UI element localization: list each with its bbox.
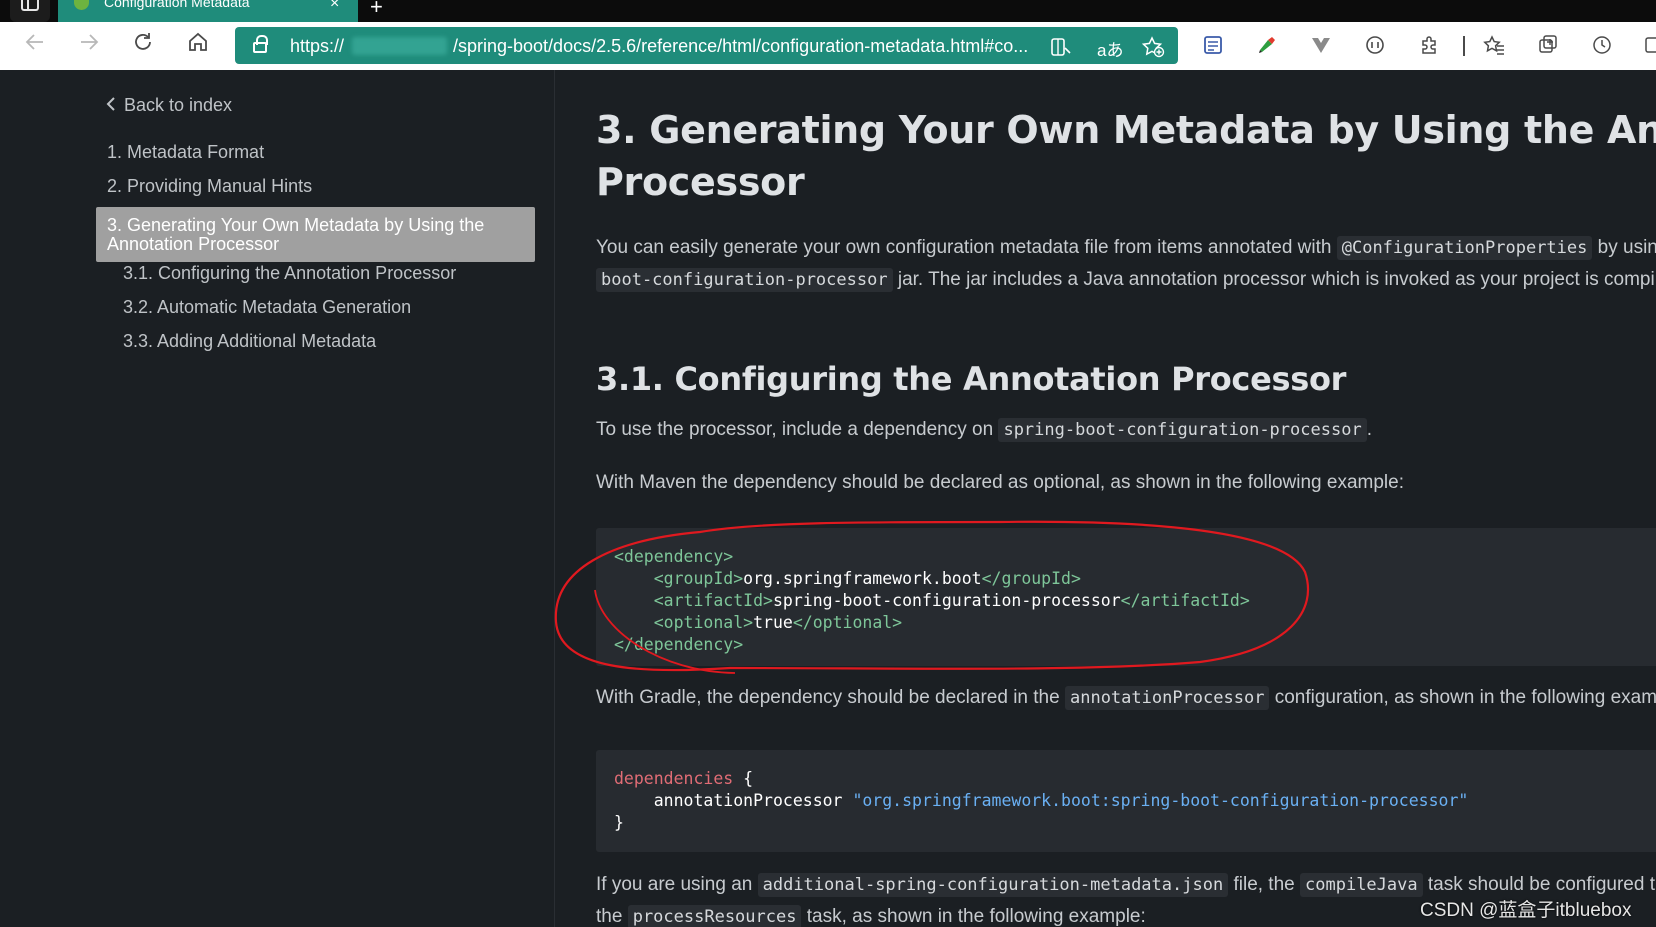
intro-text-a: You can easily generate your own configu… [596,237,1337,258]
dependency-text-a: To use the processor, include a dependen… [596,419,999,440]
intro-paragraph: You can easily generate your own configu… [596,232,1656,264]
tab-title: Configuration Metadata [104,0,250,10]
toc-active-label: 3. Generating Your Own Metadata by Using… [107,215,485,254]
favorites-icon[interactable] [1483,34,1505,61]
gradle-brace-close: } [614,813,624,832]
csdn-watermark: CSDN @蓝盒子itbluebox [1420,900,1632,921]
active-tab[interactable]: Configuration Metadata × [58,0,358,22]
back-to-index-link[interactable]: Back to index [106,95,232,116]
extension-reader-icon[interactable] [1202,34,1224,61]
additional-metadata-paragraph-line2: the processResources task, as shown in t… [596,901,1146,927]
additional-text-d: the [596,906,628,927]
toc-item-additional-metadata[interactable]: 3.3. Adding Additional Metadata [123,331,376,352]
toolbar-divider [1463,36,1465,56]
toc-item-configuring-processor[interactable]: 3.1. Configuring the Annotation Processo… [123,263,456,284]
history-icon[interactable] [1591,34,1613,61]
inline-code-processor-jar: boot-configuration-processor [596,268,893,292]
dependency-text-b: . [1366,419,1372,440]
favorite-star-icon[interactable] [1141,36,1165,63]
collections-icon[interactable] [1537,34,1559,61]
maven-artifactid-value: spring-boot-configuration-processor [772,591,1121,610]
gradle-function: annotationProcessor [653,791,843,810]
maven-paragraph: With Maven the dependency should be decl… [596,472,1405,493]
page-heading-line1: 3. Generating Your Own Metadata by Using… [596,108,1656,152]
split-screen-icon[interactable] [1645,34,1656,61]
gradle-code: dependencies { annotationProcessor "org.… [614,768,1468,834]
home-icon[interactable] [183,30,213,60]
extension-circle-icon[interactable] [1364,34,1386,61]
inline-code-json-file: additional-spring-configuration-metadata… [757,873,1229,897]
intro-text-c: jar. The jar includes a Java annotation … [892,269,1656,290]
maven-groupid-open: <groupId> [653,569,744,588]
gradle-brace-open: { [733,769,754,788]
maven-line5: </dependency> [614,635,744,654]
chevron-left-icon [106,95,116,116]
tab-strip: Configuration Metadata × + [0,0,1656,22]
toc-item-generating-metadata-active[interactable]: 3. Generating Your Own Metadata by Using… [96,207,535,262]
maven-optional-value: true [753,613,793,632]
back-to-index-label: Back to index [124,95,233,115]
additional-text-e: task, as shown in the following example: [801,906,1146,927]
additional-text-c: task should be configured t [1422,874,1655,895]
lock-icon[interactable] [253,35,268,53]
toc-item-automatic-generation[interactable]: 3.2. Automatic Metadata Generation [123,297,411,318]
gradle-text-a: With Gradle, the dependency should be de… [596,687,1065,708]
tab-actions-button[interactable] [10,0,50,22]
gradle-text-b: configuration, as shown in the following… [1269,687,1656,708]
refresh-icon[interactable] [128,30,158,60]
toc-sidebar: Back to index 1. Metadata Format 2. Prov… [0,70,555,927]
maven-code: <dependency> <groupId>org.springframewor… [614,546,1250,656]
dependency-paragraph: To use the processor, include a dependen… [596,414,1372,446]
maven-optional-open: <optional> [653,613,754,632]
url-path: /spring-boot/docs/2.5.6/reference/html/c… [453,36,1029,56]
page-heading-line2: Processor [596,160,805,204]
maven-groupid-value: org.springframework.boot [743,569,982,588]
url-scheme: https:// [290,36,345,56]
address-bar[interactable]: https:// /spring-boot/docs/2.5.6/referen… [235,27,1178,64]
web-page: Back to index 1. Metadata Format 2. Prov… [0,70,1656,927]
maven-line1: <dependency> [614,547,734,566]
maven-optional-close: </optional> [792,613,903,632]
inline-code-artifact: spring-boot-configuration-processor [998,418,1367,442]
maven-groupid-close: </groupId> [981,569,1081,588]
gradle-paragraph: With Gradle, the dependency should be de… [596,682,1656,714]
toc-item-metadata-format[interactable]: 1. Metadata Format [107,142,264,163]
sidebar-toggle-icon [21,0,39,11]
additional-text-a: If you are using an [596,874,758,895]
gradle-string: "org.springframework.boot:spring-boot-co… [852,791,1469,810]
browser-toolbar: https:// /spring-boot/docs/2.5.6/referen… [0,22,1656,70]
gradle-code-block: dependencies { annotationProcessor "org.… [596,750,1656,852]
extension-vue-icon[interactable] [1310,34,1332,61]
new-tab-button[interactable]: + [370,0,383,20]
additional-text-b: file, the [1228,874,1301,895]
forward-arrow-icon[interactable] [74,30,104,60]
extensions-puzzle-icon[interactable] [1418,34,1440,61]
maven-artifactid-close: </artifactId> [1120,591,1250,610]
inline-code-compilejava: compileJava [1300,873,1423,897]
gradle-keyword: dependencies [614,769,734,788]
inline-code-annotationprocessor: annotationProcessor [1064,686,1270,710]
tab-close-icon[interactable]: × [330,0,339,13]
immersive-reader-icon[interactable] [1050,36,1072,63]
back-arrow-icon[interactable] [20,30,50,60]
intro-text-b: by usin [1592,237,1656,258]
section-heading-configuring: 3.1. Configuring the Annotation Processo… [596,360,1347,398]
spring-favicon-icon [74,0,89,10]
toc-item-manual-hints[interactable]: 2. Providing Manual Hints [107,176,312,197]
maven-code-block: <dependency> <groupId>org.springframewor… [596,528,1656,666]
main-content: 3. Generating Your Own Metadata by Using… [556,70,1656,927]
page-heading: 3. Generating Your Own Metadata by Using… [596,104,1656,208]
inline-code-processresources: processResources [627,905,802,927]
read-aloud-icon[interactable]: aあ [1097,36,1123,61]
maven-artifactid-open: <artifactId> [653,591,773,610]
url-host-redacted [352,37,447,55]
intro-paragraph-line2: boot-configuration-processor jar. The ja… [596,264,1656,296]
extension-colorful-icon[interactable] [1256,34,1278,61]
inline-code-configurationproperties: @ConfigurationProperties [1336,236,1593,260]
